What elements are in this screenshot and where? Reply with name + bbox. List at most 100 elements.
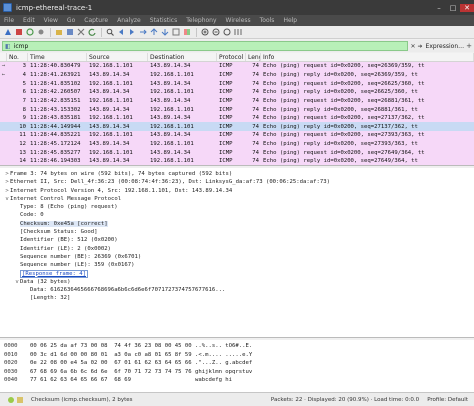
close-button[interactable]: ✕ bbox=[460, 3, 474, 12]
detail-tree-item[interactable]: Sequence number (LE): 359 (0x0167) bbox=[0, 261, 474, 269]
menu-wireless[interactable]: Wireless bbox=[226, 17, 251, 24]
detail-tree-item[interactable]: Identifier (BE): 512 (0x0200) bbox=[0, 236, 474, 244]
menu-go[interactable]: Go bbox=[67, 17, 75, 24]
packet-row[interactable]: ← 4 11:28:41.263921 143.89.14.34 192.168.1.1… bbox=[0, 70, 474, 80]
hex-ascii[interactable]: ..%..s.. tO6#..E. bbox=[195, 342, 265, 351]
menu-telephony[interactable]: Telephony bbox=[186, 17, 216, 24]
packet-row[interactable]: 6 11:28:42.260507 143.89.14.34 192.168.1.10… bbox=[0, 87, 474, 97]
find-icon[interactable] bbox=[105, 28, 114, 37]
bookmark-icon[interactable]: ◧ bbox=[5, 43, 11, 50]
column-header-protocol[interactable]: Protocol bbox=[217, 53, 246, 61]
menu-analyze[interactable]: Analyze bbox=[117, 17, 141, 24]
restart-icon[interactable] bbox=[25, 28, 34, 37]
detail-tree-item[interactable]: vData (32 bytes) bbox=[0, 278, 474, 286]
display-filter-field[interactable]: ◧ bbox=[2, 41, 409, 51]
detail-tree-item[interactable]: Type: 8 (Echo (ping) request) bbox=[0, 203, 474, 211]
row-destination: 143.89.14.34 bbox=[150, 149, 191, 156]
hex-bytes[interactable]: 67 68 69 6a 6b 6c 6d 6e 6f 70 71 72 73 7… bbox=[30, 368, 195, 377]
packet-row[interactable]: 5 11:28:41.835102 192.168.1.101 143.89.14.3… bbox=[0, 79, 474, 88]
hex-ascii[interactable]: wabcdefg hi bbox=[195, 376, 265, 385]
menu-statistics[interactable]: Statistics bbox=[150, 17, 177, 24]
packet-row[interactable]: → 3 11:28:40.830479 192.168.1.101 143.89.14.… bbox=[0, 62, 474, 71]
packet-row[interactable]: 8 11:28:43.153302 143.89.14.34 192.168.1.10… bbox=[0, 105, 474, 114]
response-frame-link[interactable]: [Response frame: 4] bbox=[20, 269, 88, 278]
apply-filter-icon[interactable]: ➜ bbox=[418, 43, 423, 50]
packet-row[interactable]: 13 11:28:45.835277 192.168.1.101 143.89.14.… bbox=[0, 148, 474, 158]
row-info: Echo (ping) reply id=0x0200, seq=26881/3… bbox=[263, 106, 418, 113]
display-filter-input[interactable] bbox=[13, 42, 214, 50]
hex-ascii[interactable]: ."...Z.. g.abcdef bbox=[195, 359, 265, 368]
detail-tree-item[interactable]: [Checksum Status: Good] bbox=[0, 228, 474, 236]
hex-offset[interactable]: 0010 bbox=[0, 351, 30, 360]
packet-row[interactable]: 7 11:28:42.835151 192.168.1.101 143.89.14.3… bbox=[0, 96, 474, 106]
first-icon[interactable] bbox=[149, 28, 158, 37]
menu-file[interactable]: File bbox=[4, 17, 14, 24]
autoscroll-icon[interactable] bbox=[171, 28, 180, 37]
menu-capture[interactable]: Capture bbox=[84, 17, 108, 24]
column-header-source[interactable]: Source bbox=[87, 53, 148, 61]
column-header-length[interactable]: Leng bbox=[246, 53, 261, 61]
hex-offset[interactable]: 0040 bbox=[0, 376, 30, 385]
hex-ascii[interactable]: .<.m.... .....e.Y bbox=[195, 351, 265, 360]
save-icon[interactable] bbox=[65, 28, 74, 37]
menu-help[interactable]: Help bbox=[283, 17, 297, 24]
hex-bytes[interactable]: 00 06 25 da af 73 00 08 74 4f 36 23 08 0… bbox=[30, 342, 195, 351]
detail-tree-item[interactable]: >Internet Protocol Version 4, Src: 192.1… bbox=[0, 187, 474, 195]
column-header-destination[interactable]: Destination bbox=[148, 53, 217, 61]
status-profile[interactable]: Profile: Default bbox=[427, 397, 468, 403]
menu-tools[interactable]: Tools bbox=[260, 17, 275, 24]
hex-offset[interactable]: 0000 bbox=[0, 342, 30, 351]
packet-row[interactable]: 11 11:28:44.835221 192.168.1.101 143.89.14.… bbox=[0, 131, 474, 140]
row-no: 14 bbox=[19, 158, 26, 165]
zoom-out-icon[interactable] bbox=[211, 28, 220, 37]
packet-row[interactable]: 12 11:28:45.172124 143.89.14.34 192.168.1.1… bbox=[0, 139, 474, 149]
normal-size-icon[interactable] bbox=[222, 28, 231, 37]
packet-row[interactable]: 10 11:28:44.149944 143.89.14.34 192.168.1.1… bbox=[0, 122, 474, 132]
detail-tree-item[interactable]: >Ethernet II, Src: Dell_4f:36:23 (00:08:… bbox=[0, 178, 474, 186]
packet-row[interactable]: 9 11:28:43.835181 192.168.1.101 143.89.14.3… bbox=[0, 113, 474, 123]
detail-tree-item[interactable]: Checksum: 0xe45a [correct] bbox=[0, 220, 474, 228]
hex-offset[interactable]: 0020 bbox=[0, 359, 30, 368]
hex-ascii[interactable]: ghijklmn opqrstuv bbox=[195, 368, 265, 377]
detail-tree-item[interactable]: Data: 6162636465666768696a6b6c6d6e6f7071… bbox=[0, 286, 474, 294]
stop-icon[interactable] bbox=[14, 28, 23, 37]
hex-bytes[interactable]: 00 3c d1 6d 00 00 80 01 a3 0a c0 a8 01 6… bbox=[30, 351, 195, 360]
forward-icon[interactable] bbox=[127, 28, 136, 37]
open-file-icon[interactable] bbox=[54, 28, 63, 37]
detail-tree-item[interactable]: Identifier (LE): 2 (0x0002) bbox=[0, 245, 474, 253]
maximize-button[interactable]: □ bbox=[446, 4, 460, 12]
packet-row[interactable]: 14 11:28:46.194303 143.89.14.34 192.168.1.1… bbox=[0, 157, 474, 165]
back-icon[interactable] bbox=[116, 28, 125, 37]
hex-bytes[interactable]: 0e 22 08 00 e4 5a 02 00 67 01 61 62 63 6… bbox=[30, 359, 195, 368]
last-icon[interactable] bbox=[160, 28, 169, 37]
minimize-button[interactable]: – bbox=[432, 4, 446, 12]
reload-icon[interactable] bbox=[87, 28, 96, 37]
goto-icon[interactable] bbox=[138, 28, 147, 37]
detail-tree-item[interactable]: >Frame 3: 74 bytes on wire (592 bits), 7… bbox=[0, 170, 474, 178]
expression-button[interactable]: Expression… bbox=[426, 43, 465, 50]
detail-tree-item[interactable]: vInternet Control Message Protocol bbox=[0, 195, 474, 203]
add-filter-button[interactable]: + bbox=[466, 42, 472, 50]
detail-tree-item[interactable]: Sequence number (BE): 26369 (0x6701) bbox=[0, 253, 474, 261]
column-header-no[interactable]: No. bbox=[7, 53, 28, 61]
menu-edit[interactable]: Edit bbox=[23, 17, 35, 24]
options-icon[interactable] bbox=[36, 28, 45, 37]
expert-info-icon[interactable] bbox=[8, 396, 14, 403]
capture-comment-icon[interactable] bbox=[17, 396, 23, 403]
column-header-info[interactable]: Info bbox=[261, 53, 474, 61]
row-info: Echo (ping) request id=0x0200, seq=26369… bbox=[263, 63, 425, 70]
clear-filter-icon[interactable]: ✕ bbox=[410, 43, 415, 50]
menu-view[interactable]: View bbox=[44, 17, 58, 24]
zoom-in-icon[interactable] bbox=[200, 28, 209, 37]
hex-line: 0010 00 3c d1 6d 00 00 80 01 a3 0a c0 a8 … bbox=[0, 351, 474, 360]
detail-tree-item[interactable]: [Response frame: 4] bbox=[0, 269, 474, 278]
close-file-icon[interactable] bbox=[76, 28, 85, 37]
colorize-icon[interactable] bbox=[182, 28, 191, 37]
resize-columns-icon[interactable] bbox=[233, 28, 242, 37]
detail-tree-item[interactable]: [Length: 32] bbox=[0, 294, 474, 302]
detail-tree-item[interactable]: Code: 0 bbox=[0, 211, 474, 219]
hex-offset[interactable]: 0030 bbox=[0, 368, 30, 377]
column-header-time[interactable]: Time bbox=[28, 53, 87, 61]
shark-fin-icon[interactable] bbox=[3, 28, 12, 37]
hex-bytes[interactable]: 77 61 62 63 64 65 66 67 68 69 bbox=[30, 376, 195, 385]
